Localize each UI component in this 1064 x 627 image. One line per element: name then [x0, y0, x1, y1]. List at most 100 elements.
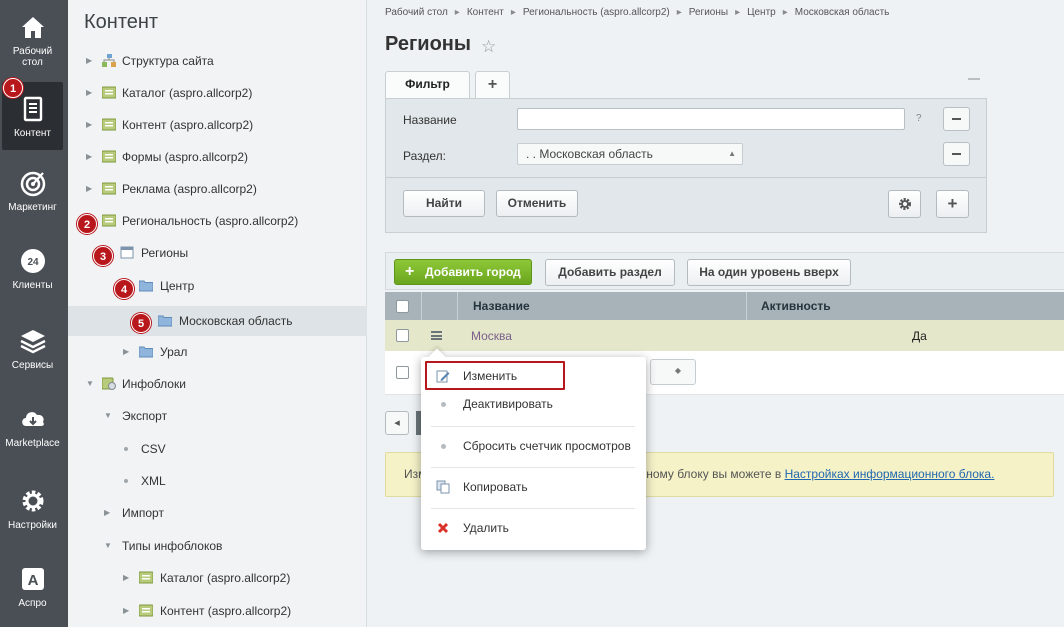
- tree-item-ads[interactable]: ▶ Реклама (aspro.allcorp2): [68, 174, 367, 204]
- nav-label: Настройки: [7, 520, 58, 531]
- select-arrows-icon: ◆: [674, 366, 681, 375]
- expand-arrow-icon[interactable]: ▶: [123, 337, 129, 367]
- iblock-settings-link[interactable]: Настройках информационного блока.: [785, 467, 995, 481]
- tab-filter[interactable]: Фильтр: [385, 71, 470, 98]
- svg-text:A: A: [27, 572, 38, 589]
- nav-marketing[interactable]: Маркетинг: [2, 160, 63, 232]
- page-title: Регионы: [385, 33, 471, 55]
- tree-item-regions[interactable]: Регионы: [68, 238, 367, 268]
- gear-icon: [22, 490, 43, 512]
- tree-item-import[interactable]: ▶ Импорт: [68, 498, 367, 528]
- expand-arrow-icon[interactable]: ▶: [123, 596, 129, 626]
- expand-arrow-icon[interactable]: ▶: [86, 78, 92, 108]
- pager-prev-button[interactable]: ◂: [385, 411, 409, 435]
- menu-item-deactivate[interactable]: Деактивировать: [421, 391, 646, 417]
- breadcrumb-link[interactable]: Центр: [747, 7, 776, 18]
- tree-item-export[interactable]: ▼ Экспорт: [68, 401, 367, 431]
- step-badge-5: 5: [131, 313, 151, 333]
- step-badge-2: 2: [77, 214, 97, 234]
- document-icon: [23, 96, 42, 122]
- find-button[interactable]: Найти: [403, 190, 485, 217]
- expand-arrow-icon[interactable]: ▶: [104, 498, 110, 528]
- expand-arrow-icon[interactable]: ▶: [86, 174, 92, 204]
- selected-section: . . Московская область: [526, 147, 653, 161]
- row-checkbox[interactable]: [396, 329, 409, 342]
- bullet-icon: [124, 479, 128, 483]
- svg-text:24: 24: [27, 257, 39, 268]
- row-name-link[interactable]: Москва: [471, 329, 512, 343]
- expand-arrow-icon[interactable]: ▶: [86, 46, 92, 76]
- plus-icon: +: [405, 263, 415, 280]
- filter-divider: [386, 177, 986, 178]
- expand-arrow-icon[interactable]: ▼: [104, 401, 112, 431]
- remove-name-field-button[interactable]: [943, 107, 970, 131]
- tree-item-content[interactable]: ▶ Контент (aspro.allcorp2): [68, 110, 367, 140]
- column-header-active[interactable]: Активность: [761, 292, 831, 320]
- tree-item-catalog[interactable]: ▶ Каталог (aspro.allcorp2): [68, 78, 367, 108]
- nav-label: Сервисы: [11, 360, 54, 371]
- step-badge-3: 3: [93, 246, 113, 266]
- nav-clients[interactable]: 24 Клиенты: [2, 238, 63, 310]
- cancel-filter-button[interactable]: Отменить: [496, 190, 578, 217]
- add-filter-field-button[interactable]: +: [936, 190, 969, 218]
- tree-item-center[interactable]: Центр: [68, 271, 367, 301]
- copy-icon: [436, 480, 450, 494]
- add-city-button[interactable]: + Добавить город: [394, 259, 532, 285]
- add-section-button[interactable]: Добавить раздел: [545, 259, 675, 286]
- gear-icon: [898, 198, 911, 210]
- group-action-select[interactable]: ◆: [650, 359, 696, 385]
- row-checkbox[interactable]: [396, 366, 409, 379]
- layers-icon: [19, 330, 46, 354]
- filter-name-input[interactable]: [517, 108, 905, 130]
- help-icon[interactable]: ?: [916, 113, 922, 124]
- nav-marketplace[interactable]: Marketplace: [2, 396, 63, 468]
- tree-item-forms[interactable]: ▶ Формы (aspro.allcorp2): [68, 142, 367, 172]
- tree-item-xml[interactable]: XML: [68, 466, 367, 496]
- nav-aspro[interactable]: A Аспро: [2, 556, 63, 627]
- column-header-name[interactable]: Название: [473, 292, 530, 320]
- menu-item-copy[interactable]: Копировать: [421, 474, 646, 500]
- tree-item-csv[interactable]: CSV: [68, 434, 367, 464]
- menu-item-reset-views[interactable]: Сбросить счетчик просмотров: [421, 433, 646, 459]
- breadcrumb-link[interactable]: Рабочий стол: [385, 7, 448, 18]
- expand-arrow-icon[interactable]: ▶: [123, 563, 129, 593]
- breadcrumb-link[interactable]: Региональность (aspro.allcorp2): [523, 7, 670, 18]
- remove-section-field-button[interactable]: [943, 142, 970, 166]
- edit-highlight-frame: [425, 361, 565, 390]
- cloud-download-icon: [21, 412, 44, 426]
- filter-section-label: Раздел:: [403, 149, 446, 163]
- row-context-menu: Изменить Деактивировать Сбросить счетчик…: [421, 348, 646, 550]
- level-up-button[interactable]: На один уровень вверх: [687, 259, 851, 286]
- tree-item-ural[interactable]: ▶ Урал: [68, 337, 367, 367]
- nav-settings[interactable]: Настройки: [2, 478, 63, 550]
- menu-item-delete[interactable]: Удалить: [421, 515, 646, 541]
- minimize-filter-icon[interactable]: [968, 78, 980, 80]
- aspro-a-icon: A: [21, 568, 44, 590]
- filter-section-select[interactable]: . . Московская область ▲: [517, 143, 743, 165]
- tree-item-iblock-types[interactable]: ▼ Типы инфоблоков: [68, 531, 367, 561]
- expand-arrow-icon[interactable]: ▶: [86, 142, 92, 172]
- site-structure-icon: [102, 54, 116, 67]
- tree-item-regionality[interactable]: Региональность (aspro.allcorp2): [68, 206, 367, 236]
- dot-icon: [441, 402, 446, 407]
- tree-item-types-catalog[interactable]: ▶ Каталог (aspro.allcorp2): [68, 563, 367, 593]
- select-all-checkbox[interactable]: [396, 300, 409, 313]
- add-filter-tab-button[interactable]: +: [475, 71, 510, 98]
- expand-arrow-icon[interactable]: ▼: [104, 531, 112, 561]
- table-row[interactable]: Москва Да: [385, 320, 1064, 351]
- tree-item-site-structure[interactable]: ▶ Структура сайта: [68, 46, 367, 76]
- expand-arrow-icon[interactable]: ▼: [86, 369, 94, 399]
- tree-item-types-content[interactable]: ▶ Контент (aspro.allcorp2): [68, 596, 367, 626]
- breadcrumb-link[interactable]: Регионы: [689, 7, 728, 18]
- tree-item-moscow-region[interactable]: Московская область: [68, 306, 367, 336]
- iblock-icon: [102, 86, 116, 99]
- breadcrumb-link[interactable]: Контент: [467, 7, 504, 18]
- folder-icon: [139, 280, 153, 292]
- row-actions-menu-icon[interactable]: [431, 331, 442, 340]
- nav-desktop[interactable]: Рабочий стол: [2, 4, 63, 76]
- expand-arrow-icon[interactable]: ▶: [86, 110, 92, 140]
- nav-services[interactable]: Сервисы: [2, 318, 63, 390]
- filter-settings-button[interactable]: [888, 190, 921, 218]
- favorite-star-icon[interactable]: ☆: [481, 37, 496, 57]
- tree-item-infoblocks[interactable]: ▼ Инфоблоки: [68, 369, 367, 399]
